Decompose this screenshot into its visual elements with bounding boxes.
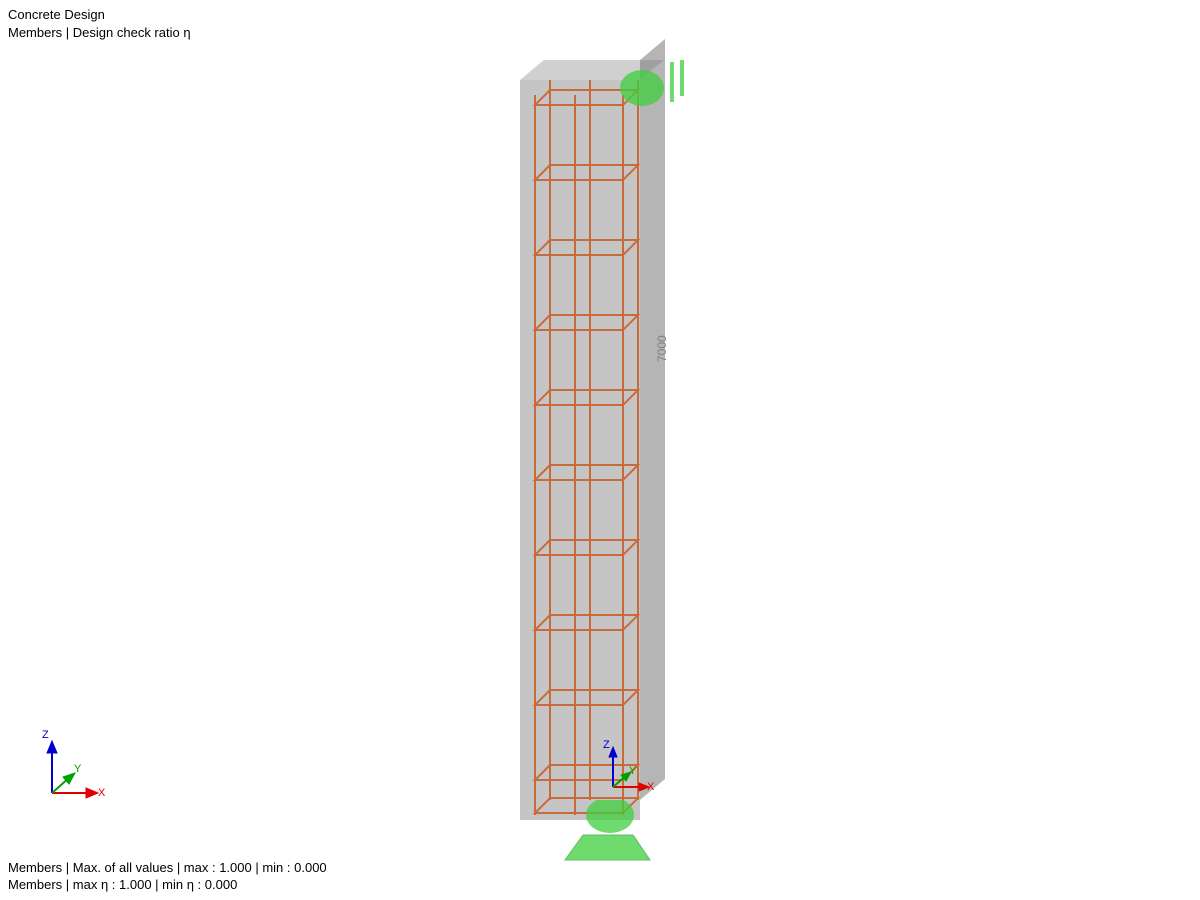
viewport-3d[interactable]: Concrete Design Members | Design check r…: [0, 0, 1200, 900]
rebar-cage: [515, 55, 675, 835]
footer-line-1: Members | Max. of all values | max : 1.0…: [8, 859, 327, 877]
bottom-support-icon: [555, 800, 675, 873]
global-axis-z-label: Z: [42, 729, 49, 741]
global-axis-x-label: X: [98, 787, 105, 799]
dimension-label: 7000: [655, 335, 669, 362]
axis-x-label: X: [647, 781, 654, 793]
global-axis-triad: Z Y X: [30, 735, 100, 805]
footer-block: Members | Max. of all values | max : 1.0…: [8, 859, 327, 894]
top-support-icon: [620, 60, 700, 123]
header-title: Concrete Design: [8, 6, 191, 24]
axis-y-label: Y: [629, 765, 636, 777]
footer-line-2: Members | max η : 1.000 | min η : 0.000: [8, 876, 327, 894]
local-axis-triad: Z Y X: [595, 745, 655, 805]
header-block: Concrete Design Members | Design check r…: [8, 6, 191, 41]
header-subtitle: Members | Design check ratio η: [8, 24, 191, 42]
global-axis-y-label: Y: [74, 763, 81, 775]
axis-z-label: Z: [603, 739, 610, 751]
concrete-column-model[interactable]: [520, 60, 655, 820]
